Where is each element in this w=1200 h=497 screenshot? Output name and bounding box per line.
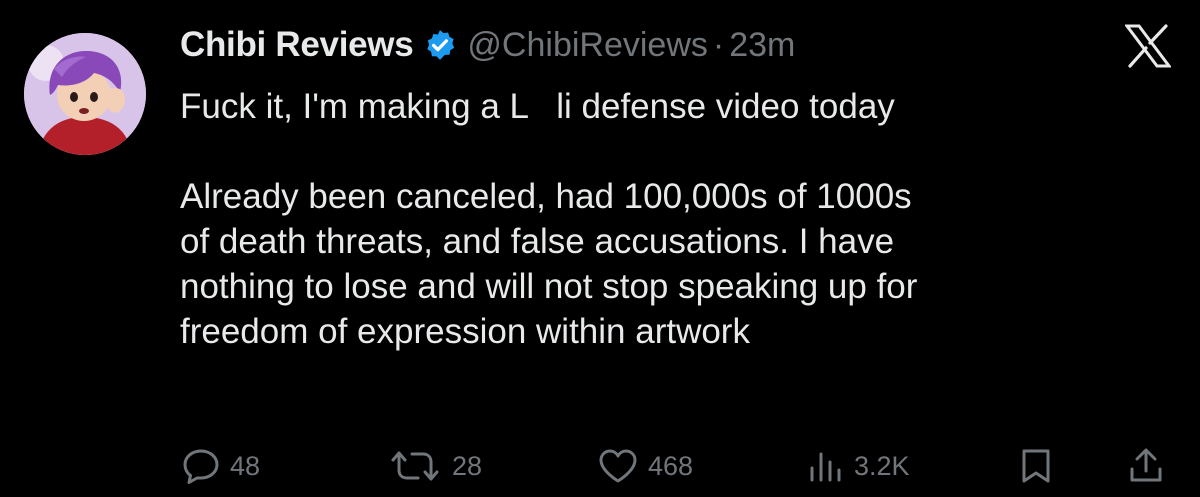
share-icon [1128,447,1164,485]
tweet-text: Fuck it, I'm making a L li defense video… [180,87,918,351]
timestamp[interactable]: 23m [729,26,795,65]
reply-button[interactable]: 48 [182,441,260,491]
x-logo-icon [1124,24,1172,68]
views-button[interactable]: 3.2K [808,441,910,491]
bookmark-button[interactable] [1020,441,1052,491]
reply-icon [182,448,220,484]
retweet-button[interactable]: 28 [388,441,482,491]
heart-icon [598,448,638,484]
separator-dot: · [712,25,725,64]
verified-badge-icon [423,28,457,62]
avatar[interactable] [24,33,146,155]
user-handle[interactable]: @ChibiReviews [467,26,707,65]
retweet-count: 28 [452,450,483,481]
views-icon [808,448,844,484]
share-button[interactable] [1128,441,1164,491]
retweet-icon [388,448,442,484]
bookmark-icon [1020,447,1052,485]
display-name[interactable]: Chibi Reviews [180,25,414,65]
views-count: 3.2K [854,450,910,481]
tweet-header: Chibi Reviews @ChibiReviews · 23m [180,22,795,68]
action-bar: 48 28 468 3.2K [182,441,1172,491]
reply-count: 48 [230,450,261,481]
like-button[interactable]: 468 [598,441,693,491]
like-count: 468 [648,450,694,481]
